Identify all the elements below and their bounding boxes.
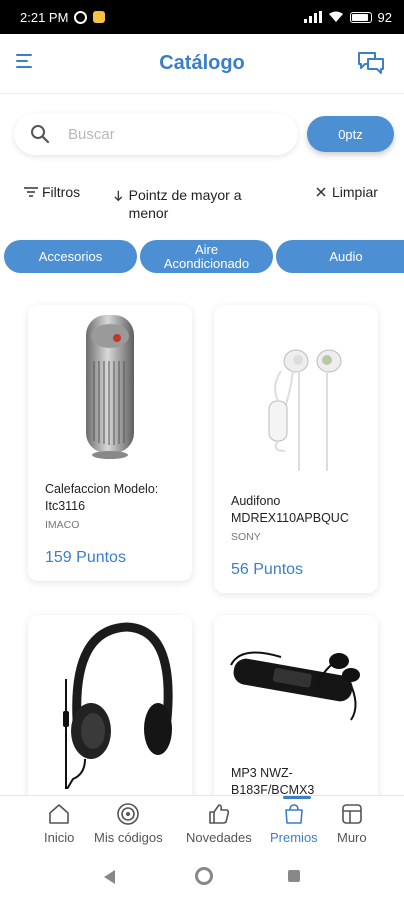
gift-bag-icon: [285, 804, 303, 824]
headphones-image: [63, 622, 173, 789]
search-input[interactable]: [68, 125, 268, 143]
category-chip-accesorios[interactable]: Accesorios: [4, 240, 137, 273]
battery-level: 92: [377, 9, 392, 25]
bottom-nav: Inicio Mis códigos Novedades Premios Mur…: [0, 795, 404, 855]
product-name: MP3 NWZ-B183F/BCMX3: [231, 766, 315, 795]
nav-label: Premios: [270, 830, 318, 845]
earphones-image: [268, 349, 342, 471]
active-tab-indicator: [283, 796, 311, 799]
sort-label: Pointz de mayor a menor: [128, 187, 242, 221]
air-purifier-image: [86, 315, 134, 459]
search-bar: [14, 113, 298, 155]
app-header: Catálogo: [0, 34, 404, 94]
product-card[interactable]: [28, 615, 192, 795]
clear-label: Limpiar: [332, 184, 378, 200]
recent-apps-icon[interactable]: [288, 870, 300, 882]
alarm-icon: [74, 10, 88, 24]
filters-label: Filtros: [42, 184, 81, 200]
nav-label: Muro: [337, 830, 367, 845]
category-chip-aire-acondicionado[interactable]: Aire Acondicionado: [140, 240, 273, 273]
nav-label: Novedades: [186, 830, 252, 845]
category-chip-audio[interactable]: Audio: [276, 240, 404, 273]
search-icon: [31, 125, 50, 144]
system-nav-bar: [0, 855, 404, 900]
product-price: 159 Puntos: [45, 549, 126, 566]
mp3-player-image: [230, 651, 360, 721]
nav-item-novedades[interactable]: Novedades: [186, 802, 252, 845]
nav-label: Mis códigos: [94, 830, 163, 845]
product-name: Audifono MDREX110APBQUC: [231, 494, 349, 525]
sort-button[interactable]: Pointz de mayor a menor: [114, 186, 264, 222]
product-grid: Calefaccion Modelo: Itc3116 IMACO 159 Pu…: [0, 300, 404, 795]
product-price: 56 Puntos: [231, 561, 304, 578]
nav-item-inicio[interactable]: Inicio: [44, 802, 74, 845]
wall-icon: [342, 804, 362, 824]
home-button-icon[interactable]: [195, 867, 213, 885]
page-title: Catálogo: [159, 52, 245, 74]
product-brand: IMACO: [45, 519, 80, 531]
menu-icon[interactable]: [16, 54, 36, 72]
category-chips: Accesorios Aire Acondicionado Audio: [4, 240, 404, 274]
product-card[interactable]: MP3 NWZ-B183F/BCMX3: [214, 615, 378, 795]
chat-icon[interactable]: [356, 50, 386, 76]
thumbs-up-icon: [209, 804, 230, 824]
nav-item-premios[interactable]: Premios: [270, 802, 318, 845]
product-brand: SONY: [231, 531, 261, 543]
product-card[interactable]: Calefaccion Modelo: Itc3116 IMACO 159 Pu…: [28, 305, 192, 581]
filters-row: Filtros Pointz de mayor a menor Limpiar: [0, 184, 404, 228]
status-time: 2:21 PM: [20, 9, 69, 25]
nav-item-mis-codigos[interactable]: Mis códigos: [94, 802, 163, 845]
clear-filters-button[interactable]: Limpiar: [316, 184, 378, 200]
battery-icon: [349, 11, 372, 23]
nav-label: Inicio: [44, 830, 75, 845]
points-balance-button[interactable]: 0ptz: [307, 116, 394, 152]
product-card[interactable]: Audifono MDREX110APBQUC SONY 56 Puntos: [214, 305, 378, 593]
filters-button[interactable]: Filtros: [24, 184, 80, 200]
notification-icon: [93, 11, 106, 23]
product-name: Calefaccion Modelo: Itc3116: [45, 482, 159, 513]
nav-item-muro[interactable]: Muro: [337, 802, 367, 845]
home-icon: [49, 804, 69, 824]
target-icon: [117, 803, 140, 825]
close-icon: [316, 187, 326, 197]
filter-icon: [24, 187, 38, 197]
status-bar: 2:21 PM 92: [0, 0, 404, 34]
arrow-down-icon: [114, 190, 123, 202]
back-icon[interactable]: [104, 870, 115, 884]
signal-icon: [303, 11, 322, 23]
wifi-icon: [328, 11, 343, 22]
